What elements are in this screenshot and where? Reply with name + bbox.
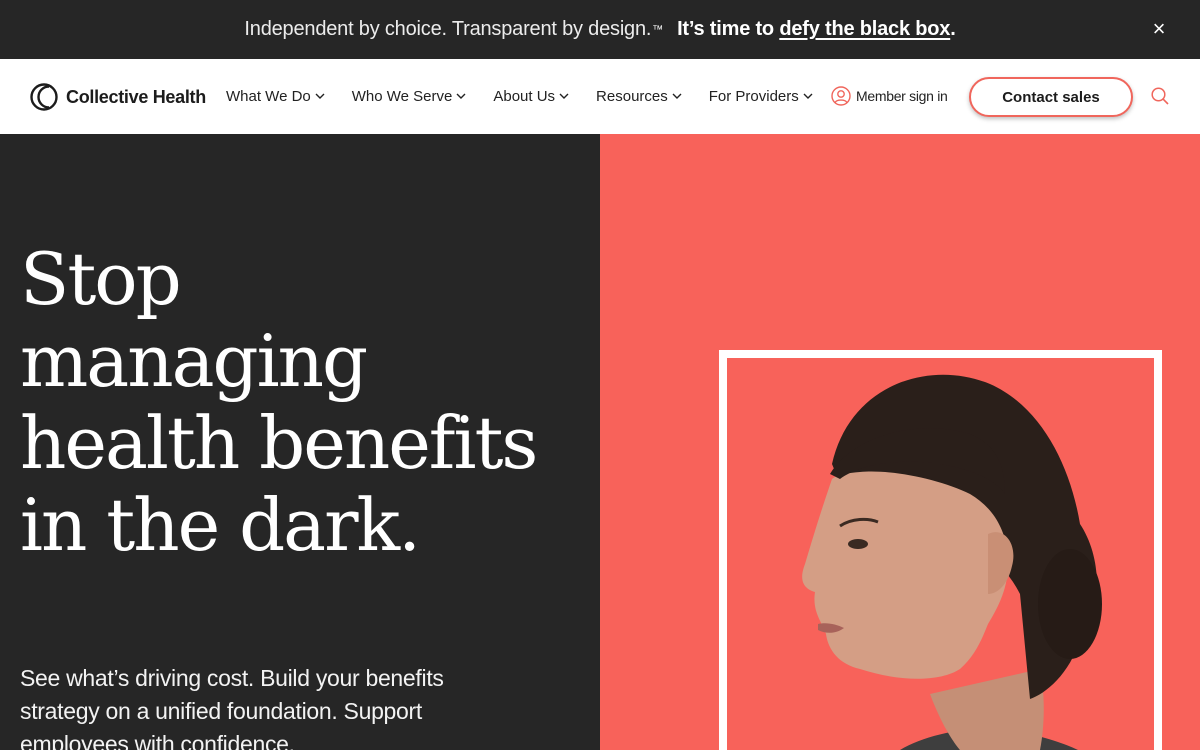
nav-menu: What We Do Who We Serve About Us Resourc… — [226, 59, 840, 134]
nav-item-for-providers[interactable]: For Providers — [709, 88, 813, 105]
trademark-mark: ™ — [652, 23, 664, 36]
logo-name: Collective Health — [66, 86, 206, 107]
chevron-down-icon — [559, 93, 569, 99]
announcement-text: Independent by choice. Transparent by de… — [244, 18, 652, 40]
nav-item-resources[interactable]: Resources — [596, 88, 682, 105]
chevron-down-icon — [315, 93, 325, 99]
announcement-cta-suffix: . — [950, 18, 956, 40]
announcement-cta-prefix: It’s time to — [677, 18, 780, 40]
hero-subtitle: See what’s driving cost. Build your bene… — [20, 665, 444, 750]
contact-sales-button[interactable]: Contact sales — [969, 77, 1133, 117]
user-circle-icon — [831, 86, 851, 106]
close-icon[interactable]: × — [1148, 18, 1170, 40]
chevron-down-icon — [803, 93, 813, 99]
nav-item-label: Who We Serve — [351, 88, 453, 105]
main-nav: Collective Health What We Do Who We Serv… — [0, 59, 1200, 134]
announcement-bar: Independent by choice. Transparent by de… — [0, 0, 1200, 59]
nav-item-label: Resources — [596, 88, 668, 105]
woman-portrait-image — [802, 374, 1102, 750]
hero-title: Stop managing health benefits in the dar… — [20, 237, 538, 567]
nav-item-who-we-serve[interactable]: Who We Serve — [352, 88, 467, 105]
member-sign-in-label: Member sign in — [856, 88, 948, 104]
hero-text-panel: Stop managing health benefits in the dar… — [0, 134, 600, 750]
nav-item-label: What We Do — [226, 88, 311, 105]
defy-black-box-link[interactable]: defy the black box — [779, 18, 950, 40]
logo-icon — [30, 83, 58, 111]
hero-image-panel — [600, 134, 1200, 750]
search-button[interactable] — [1150, 86, 1170, 111]
chevron-down-icon — [456, 93, 466, 99]
nav-item-about-us[interactable]: About Us — [493, 88, 569, 105]
nav-item-what-we-do[interactable]: What We Do — [226, 88, 325, 105]
chevron-down-icon — [672, 93, 682, 99]
nav-item-label: For Providers — [708, 88, 799, 105]
member-sign-in-link[interactable]: Member sign in — [831, 86, 948, 106]
announcement-cta: It’s time to defy the black box. — [677, 18, 956, 41]
logo[interactable]: Collective Health — [30, 81, 206, 113]
search-icon — [1151, 87, 1169, 105]
nav-item-label: About Us — [493, 88, 556, 105]
